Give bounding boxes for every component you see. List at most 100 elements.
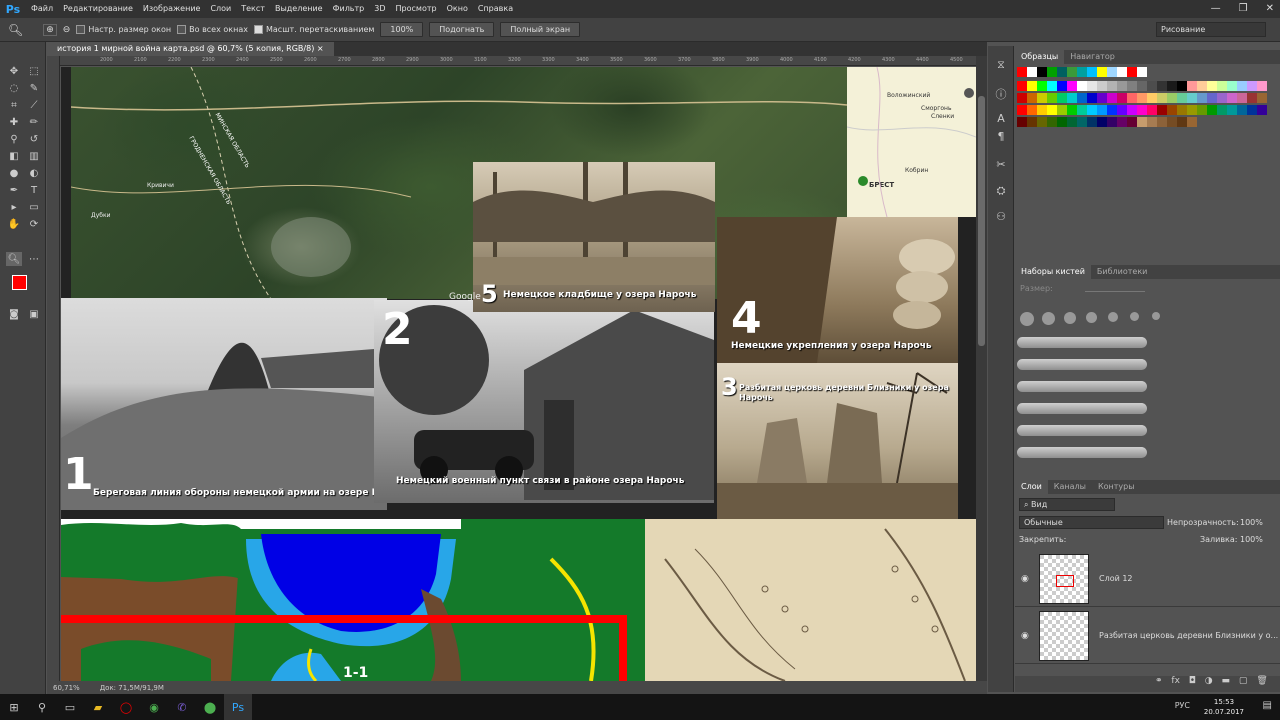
color-swatch[interactable] <box>1157 105 1167 115</box>
fullscreen-button[interactable]: Полный экран <box>500 22 581 37</box>
mask-icon[interactable]: ◘ <box>1189 676 1196 686</box>
layer-name[interactable]: Разбитая церковь деревни Близники у о... <box>1099 631 1278 640</box>
color-swatch[interactable] <box>1257 93 1267 103</box>
color-swatch[interactable] <box>1187 93 1197 103</box>
color-swatch[interactable] <box>1257 105 1267 115</box>
fit-screen-button[interactable]: Подогнать <box>429 22 495 37</box>
fill-value[interactable]: 100% <box>1240 535 1263 544</box>
color-swatch[interactable] <box>1177 117 1187 127</box>
color-swatch[interactable] <box>1227 93 1237 103</box>
color-swatch[interactable] <box>1227 81 1237 91</box>
zoom-in-icon[interactable]: ⊕ <box>43 23 57 36</box>
color-swatch[interactable] <box>1167 117 1177 127</box>
color-swatch[interactable] <box>1177 105 1187 115</box>
color-swatch[interactable] <box>1197 105 1207 115</box>
color-swatch[interactable] <box>1137 105 1147 115</box>
tab-libraries[interactable]: Библиотеки <box>1091 265 1153 279</box>
task-view-icon[interactable]: ▭ <box>56 694 84 720</box>
color-swatch[interactable] <box>1027 117 1037 127</box>
color-swatch[interactable] <box>1057 105 1067 115</box>
document-canvas[interactable]: МИНСКАЯ ОБЛАСТЬ ГРОДНЕНСКАЯ ОБЛАСТЬ Крив… <box>61 67 976 681</box>
marquee-tool-icon[interactable]: ⬚ <box>26 64 42 78</box>
color-swatch[interactable] <box>1097 93 1107 103</box>
brush-tip[interactable] <box>1020 312 1034 326</box>
color-swatch[interactable] <box>1167 81 1177 91</box>
link-layers-icon[interactable]: ⚭ <box>1155 676 1163 686</box>
eyedropper-tool-icon[interactable]: ⟋ <box>26 98 42 112</box>
brush-preset[interactable] <box>1017 359 1147 370</box>
notifications-icon[interactable]: ▤ <box>1263 700 1272 711</box>
quick-mask-icon[interactable]: ◙ <box>6 307 22 321</box>
color-swatch[interactable] <box>1077 93 1087 103</box>
color-swatch[interactable] <box>1037 117 1047 127</box>
color-swatch[interactable] <box>1137 117 1147 127</box>
color-swatch[interactable] <box>1117 105 1127 115</box>
visibility-eye-icon[interactable]: ◉ <box>1021 574 1029 584</box>
close-icon[interactable]: ✕ <box>1266 0 1274 18</box>
color-swatch[interactable] <box>1077 81 1087 91</box>
color-swatch[interactable] <box>1187 81 1197 91</box>
photoshop-taskbar-icon[interactable]: Ps <box>224 694 252 720</box>
layer-name[interactable]: Слой 12 <box>1099 574 1133 583</box>
rotate-view-tool-icon[interactable]: ⟳ <box>26 217 42 231</box>
color-swatch[interactable] <box>1157 117 1167 127</box>
brush-preset[interactable] <box>1017 425 1147 436</box>
color-swatch[interactable] <box>1157 93 1167 103</box>
all-windows-checkbox[interactable] <box>177 25 187 34</box>
color-swatch[interactable] <box>1257 81 1267 91</box>
healing-tool-icon[interactable]: ✚ <box>6 115 22 129</box>
color-swatch[interactable] <box>1037 81 1047 91</box>
canvas-scrollbar[interactable] <box>976 56 987 684</box>
color-swatch[interactable] <box>1187 117 1197 127</box>
color-swatch[interactable] <box>1137 93 1147 103</box>
menu-file[interactable]: Файл <box>26 0 58 18</box>
shape-tool-icon[interactable]: ▭ <box>26 200 42 214</box>
color-swatch[interactable] <box>1177 81 1187 91</box>
scrubby-zoom-checkbox[interactable] <box>253 25 263 34</box>
minimize-icon[interactable]: — <box>1211 0 1221 18</box>
color-swatch[interactable] <box>1117 117 1127 127</box>
clone-source-icon[interactable]: ⚇ <box>994 210 1008 224</box>
maximize-icon[interactable]: ❐ <box>1239 0 1248 18</box>
color-swatch[interactable] <box>1017 81 1027 91</box>
tab-paths[interactable]: Контуры <box>1092 480 1141 494</box>
color-swatch[interactable] <box>1167 105 1177 115</box>
color-swatch[interactable] <box>1197 81 1207 91</box>
system-clock[interactable]: 15:53 20.07.2017 <box>1204 697 1244 717</box>
zoom-tool-icon[interactable]: 🔍︎ <box>8 23 23 37</box>
brush-preset[interactable] <box>1017 403 1147 414</box>
color-swatch[interactable] <box>1017 105 1027 115</box>
color-swatch[interactable] <box>1107 93 1117 103</box>
brush-settings-icon[interactable]: ⛭ <box>994 184 1008 198</box>
menu-help[interactable]: Справка <box>473 0 518 18</box>
color-swatch[interactable] <box>1117 81 1127 91</box>
scrollbar-thumb[interactable] <box>978 96 985 346</box>
color-swatch[interactable] <box>1137 67 1147 77</box>
visibility-eye-icon[interactable]: ◉ <box>1021 631 1029 641</box>
color-swatch[interactable] <box>1047 105 1057 115</box>
color-swatch[interactable] <box>1247 81 1257 91</box>
status-zoom[interactable]: 60,71% <box>53 684 80 692</box>
color-swatch[interactable] <box>1127 81 1137 91</box>
brush-tip[interactable] <box>1042 312 1055 325</box>
lasso-tool-icon[interactable]: ◌ <box>6 81 22 95</box>
menu-image[interactable]: Изображение <box>138 0 206 18</box>
color-swatch[interactable] <box>1067 117 1077 127</box>
screen-mode-icon[interactable]: ▣ <box>26 307 42 321</box>
tab-channels[interactable]: Каналы <box>1048 480 1092 494</box>
document-tab[interactable]: история 1 мирной война карта.psd @ 60,7%… <box>47 42 334 56</box>
color-swatch[interactable] <box>1127 93 1137 103</box>
color-swatch[interactable] <box>1187 105 1197 115</box>
tool-presets-icon[interactable]: ✂ <box>994 158 1008 172</box>
color-swatch[interactable] <box>1087 105 1097 115</box>
type-tool-icon[interactable]: T <box>26 183 42 197</box>
color-swatch[interactable] <box>1017 93 1027 103</box>
info-icon[interactable]: ⓘ <box>994 86 1008 101</box>
fx-icon[interactable]: fx <box>1171 676 1180 686</box>
color-swatch[interactable] <box>1087 117 1097 127</box>
character-icon[interactable]: A <box>994 112 1008 126</box>
brush-tip[interactable] <box>1108 312 1118 322</box>
chrome-icon[interactable]: ◉ <box>140 694 168 720</box>
color-swatch[interactable] <box>1247 93 1257 103</box>
color-swatch[interactable] <box>1057 81 1067 91</box>
